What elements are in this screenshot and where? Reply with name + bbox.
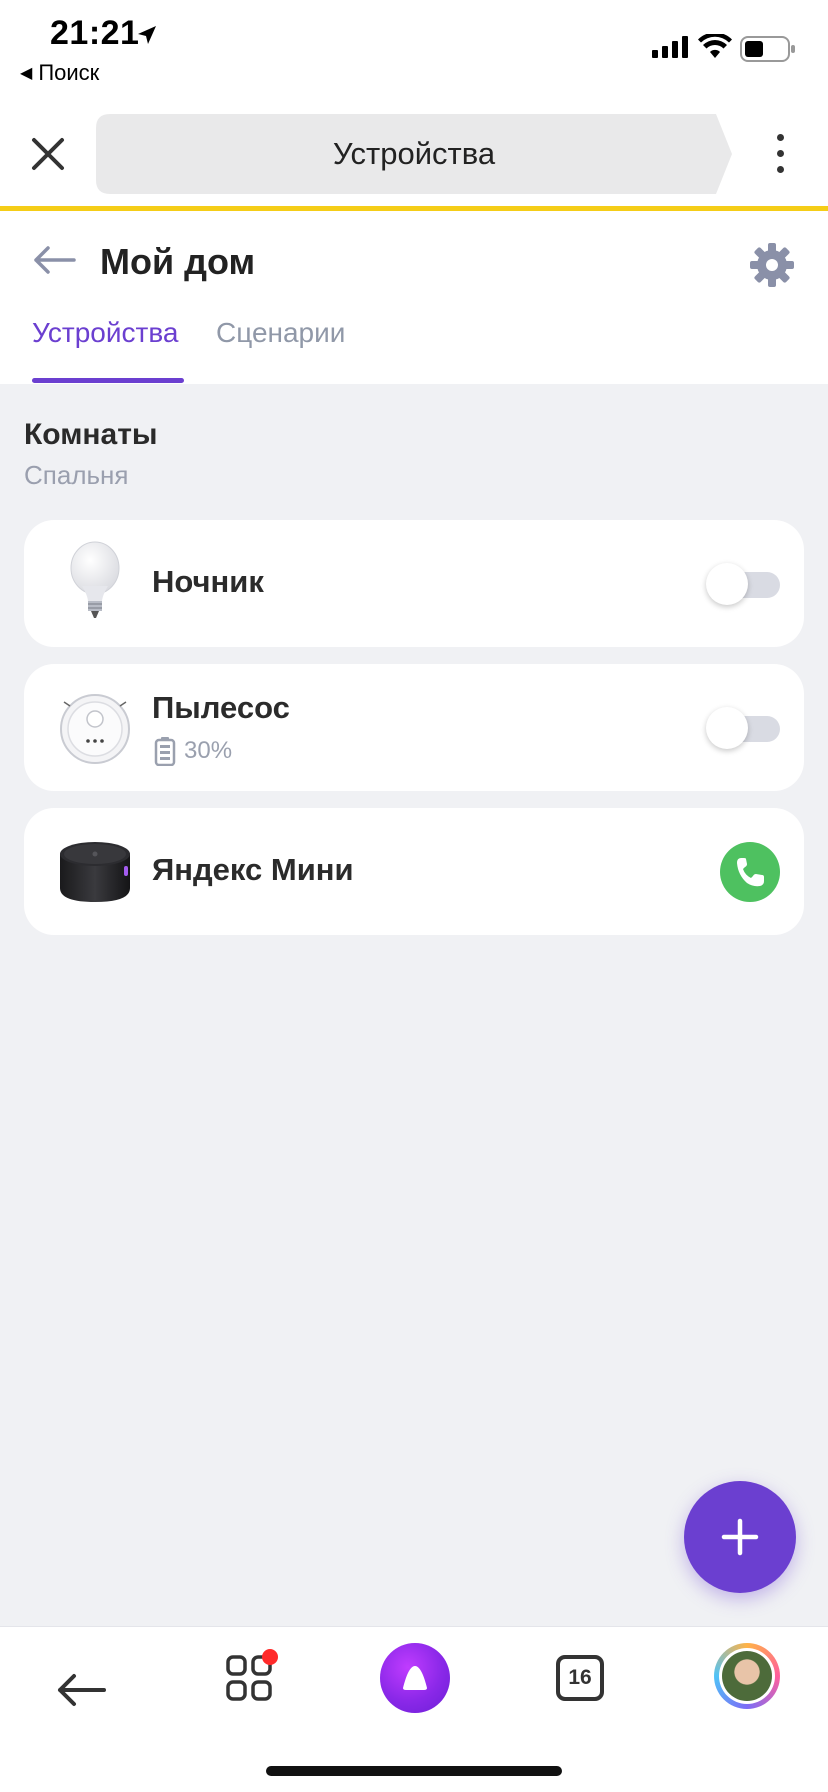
location-arrow-icon xyxy=(138,26,156,44)
battery-status: 30% xyxy=(154,736,232,766)
call-button[interactable] xyxy=(720,842,780,902)
device-name: Яндекс Мини xyxy=(152,852,354,887)
nav-back-arrow-icon[interactable] xyxy=(56,1673,106,1707)
back-to-app-link[interactable]: ◀ Поиск xyxy=(20,60,99,86)
room-label: Спальня xyxy=(24,460,129,490)
device-toggle[interactable] xyxy=(706,707,780,749)
back-app-label: Поиск xyxy=(38,60,100,85)
address-bar-title: Устройства xyxy=(332,136,496,171)
speaker-icon xyxy=(60,842,130,902)
vacuum-icon xyxy=(60,694,130,764)
device-card-yandex-mini[interactable]: Яндекс Мини xyxy=(24,808,804,935)
active-tab-indicator xyxy=(32,378,184,383)
notification-dot xyxy=(262,1649,278,1665)
toggle-knob xyxy=(706,707,748,749)
cellular-signal-icon xyxy=(652,36,688,58)
battery-percent: 30% xyxy=(184,737,233,764)
tab-scenarios[interactable]: Сценарии xyxy=(216,317,345,349)
status-bar: 21:21 ◀ Поиск xyxy=(0,0,828,100)
clock: 21:21 xyxy=(50,14,140,52)
avatar-inner xyxy=(719,1648,775,1704)
more-menu-icon[interactable] xyxy=(762,134,798,178)
browser-toolbar: Устройства xyxy=(0,100,828,210)
battery-level-icon xyxy=(154,737,176,766)
page-title: Мой дом xyxy=(100,241,256,282)
bulb-icon xyxy=(70,541,120,618)
toggle-knob xyxy=(706,563,748,605)
device-card-vacuum[interactable]: Пылесос 30% xyxy=(24,664,804,791)
page-header: Мой дом Устройства Сценарии xyxy=(0,211,828,384)
back-triangle-icon: ◀ xyxy=(20,65,33,82)
gear-icon[interactable] xyxy=(748,241,796,289)
nav-services-button[interactable] xyxy=(226,1649,278,1706)
section-title: Комнаты xyxy=(24,418,158,451)
device-name: Ночник xyxy=(152,564,264,599)
plus-icon xyxy=(721,1518,759,1556)
address-bar[interactable]: Устройства xyxy=(96,114,732,194)
device-card-night-light[interactable]: Ночник xyxy=(24,520,804,647)
add-device-button[interactable] xyxy=(684,1481,796,1593)
back-arrow-icon[interactable] xyxy=(32,245,76,275)
open-tabs-button[interactable]: 16 xyxy=(556,1655,604,1701)
avatar[interactable] xyxy=(714,1643,780,1709)
alice-icon xyxy=(403,1666,427,1690)
battery-icon xyxy=(740,36,795,62)
alice-assistant-button[interactable] xyxy=(380,1643,450,1713)
phone-icon xyxy=(737,858,764,887)
device-toggle[interactable] xyxy=(706,563,780,605)
tab-devices[interactable]: Устройства xyxy=(32,317,178,349)
device-name: Пылесос xyxy=(152,690,290,725)
home-indicator[interactable] xyxy=(266,1766,562,1776)
close-icon[interactable] xyxy=(28,134,68,174)
wifi-icon xyxy=(698,34,732,58)
avatar-photo xyxy=(722,1651,772,1701)
